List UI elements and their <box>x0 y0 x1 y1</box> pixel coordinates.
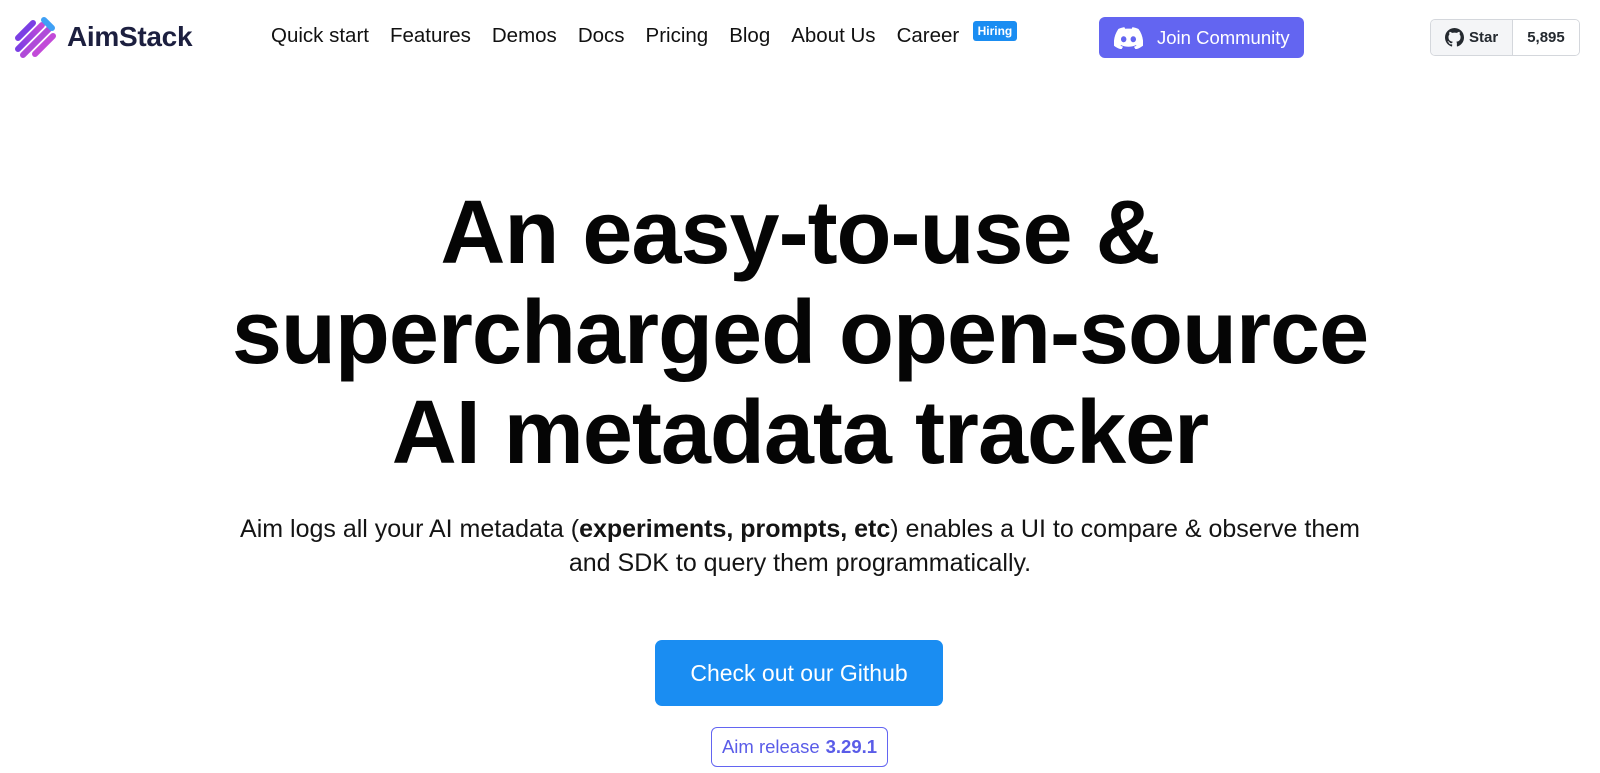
github-star-button[interactable]: Star <box>1431 20 1514 55</box>
github-icon <box>1445 28 1464 47</box>
hiring-badge: Hiring <box>972 21 1018 41</box>
nav-item-blog[interactable]: Blog <box>729 24 770 48</box>
hero-subtitle-suffix: ) enables a UI to compare & observe them <box>890 515 1360 543</box>
hero-subtitle-line-2: and SDK to query them programmatically. <box>568 549 1032 577</box>
join-community-label: Join Community <box>1157 26 1290 48</box>
nav-item-features[interactable]: Features <box>390 24 471 48</box>
discord-icon <box>1114 26 1143 49</box>
release-badge[interactable]: Aim release 3.29.1 <box>711 727 888 767</box>
github-star-count[interactable]: 5,895 <box>1513 20 1579 55</box>
brand-name: AimStack <box>67 21 193 52</box>
nav-item-about-us[interactable]: About Us <box>791 24 875 48</box>
hero-subtitle-line-1: Aim logs all your AI metadata (experimen… <box>0 512 1600 546</box>
release-version: 3.29.1 <box>825 736 878 757</box>
github-star-label: Star <box>1469 29 1499 46</box>
hero-subtitle-bold: experiments, prompts, etc <box>579 515 891 543</box>
hero-title-line-3: AI metadata tracker <box>391 383 1209 483</box>
join-community-button[interactable]: Join Community <box>1099 17 1304 58</box>
release-prefix: Aim release <box>721 736 820 757</box>
hero-subtitle: Aim logs all your AI metadata (experimen… <box>0 512 1600 580</box>
hero-title: An easy-to-use & supercharged open-sourc… <box>0 183 1600 483</box>
site-header: AimStack Quick start Features Demos Docs… <box>0 0 1600 76</box>
main-nav: Quick start Features Demos Docs Pricing … <box>271 21 1018 48</box>
nav-item-demos[interactable]: Demos <box>492 24 557 48</box>
nav-item-quick-start[interactable]: Quick start <box>271 24 369 48</box>
nav-item-docs[interactable]: Docs <box>578 24 625 48</box>
github-star-widget: Star 5,895 <box>1430 19 1580 56</box>
nav-item-pricing[interactable]: Pricing <box>646 24 709 48</box>
aimstack-logo-link[interactable]: AimStack <box>14 14 193 60</box>
nav-item-career-label: Career <box>896 24 960 47</box>
hero-title-line-1: An easy-to-use & <box>440 183 1160 283</box>
hero-subtitle-prefix: Aim logs all your AI metadata ( <box>240 515 580 543</box>
nav-item-career[interactable]: Career Hiring <box>896 21 1018 48</box>
hero-title-line-2: supercharged open-source <box>231 283 1369 383</box>
github-cta-button[interactable]: Check out our Github <box>655 640 943 706</box>
aimstack-logo-icon <box>15 17 56 58</box>
